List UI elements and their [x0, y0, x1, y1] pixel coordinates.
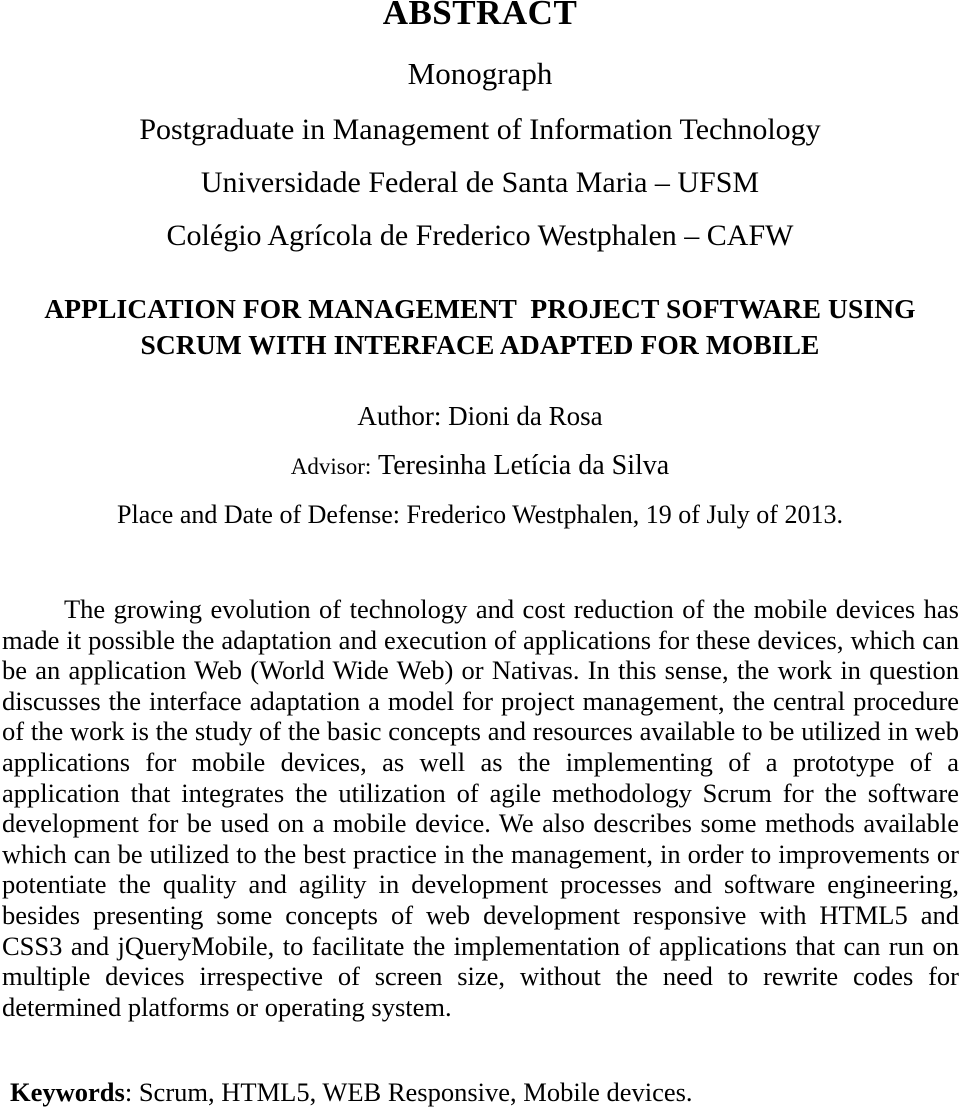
keywords-label: Keywords — [10, 1077, 125, 1107]
college-name: Colégio Agrícola de Frederico Westphalen… — [166, 219, 794, 252]
advisor-name: Teresinha Letícia da Silva — [378, 450, 670, 481]
place-and-date-line: Place and Date of Defense: Frederico Wes… — [117, 500, 843, 529]
abstract-body-text: The growing evolution of technology and … — [2, 594, 959, 1022]
university-name: Universidade Federal de Santa Maria – UF… — [200, 166, 760, 199]
keywords-line: Keywords: Scrum, HTML5, WEB Responsive, … — [10, 1076, 950, 1108]
advisor-label: Advisor: — [290, 454, 372, 479]
work-type-label: Monograph — [407, 56, 553, 91]
program-name: Postgraduate in Management of Informatio… — [139, 113, 821, 146]
author-line: Author: Dioni da Rosa — [357, 401, 603, 431]
document-title: APPLICATION FOR MANAGEMENT PROJECT SOFTW… — [44, 293, 923, 360]
page-title: ABSTRACT — [382, 0, 578, 32]
advisor-line: Advisor: Teresinha Letícia da Silva — [0, 447, 960, 485]
keywords-values: : Scrum, HTML5, WEB Responsive, Mobile d… — [124, 1077, 693, 1107]
abstract-page: ABSTRACT Monograph Postgraduate in Manag… — [0, 0, 960, 1111]
